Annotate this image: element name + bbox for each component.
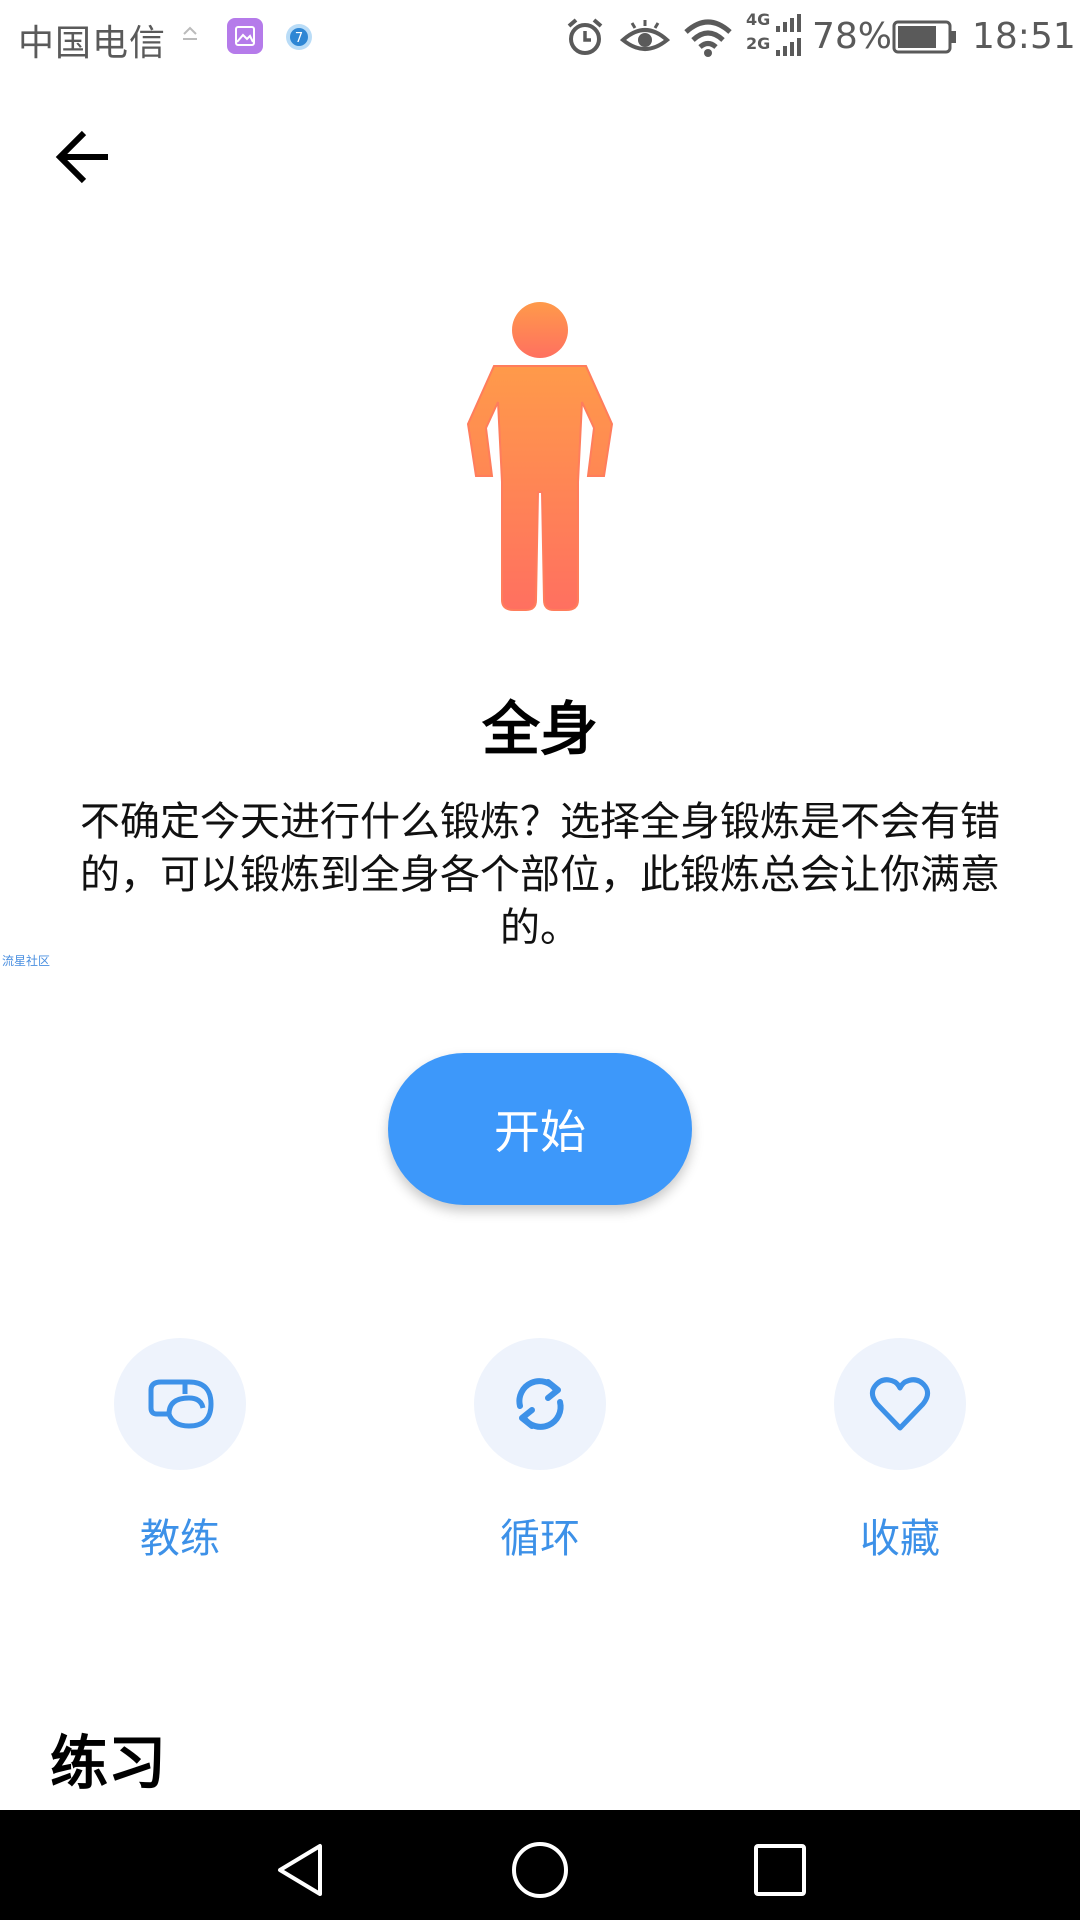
- favorite-button[interactable]: 收藏: [800, 1338, 1000, 1568]
- nav-back-button[interactable]: [270, 1840, 330, 1900]
- coach-label: 教练: [140, 1516, 220, 1562]
- network-4g-label: 4G: [746, 10, 771, 29]
- start-button-label: 开始: [494, 1105, 586, 1159]
- carrier-name: 中国电信: [18, 23, 167, 64]
- nav-home-button[interactable]: [510, 1840, 570, 1900]
- gallery-app-icon: [227, 18, 263, 54]
- wifi-icon: [684, 19, 732, 57]
- exercises-section-title: 练习: [50, 1729, 167, 1797]
- network-2g-label: 2G: [746, 34, 771, 53]
- whistle-icon: [148, 1379, 214, 1429]
- upload-icon: [183, 26, 197, 40]
- heart-icon: [869, 1377, 931, 1431]
- repeat-button[interactable]: 循环: [440, 1338, 640, 1568]
- eye-comfort-icon: [620, 20, 670, 51]
- back-button[interactable]: [50, 124, 120, 190]
- alarm-icon: [567, 18, 603, 55]
- screen: 中国电信 7 4G 2G 78% 18:51 全身 不确定今天进行什么锻炼？选择…: [0, 0, 1080, 1920]
- battery-icon: [892, 20, 956, 54]
- repeat-label: 循环: [500, 1516, 580, 1562]
- recents-square-icon: [754, 1844, 806, 1896]
- repeat-icon-circle: [474, 1338, 606, 1470]
- battery-percent: 78%: [812, 16, 893, 57]
- nav-recents-button[interactable]: [750, 1840, 810, 1900]
- coach-icon-circle: [114, 1338, 246, 1470]
- navigation-bar: [0, 1810, 1080, 1920]
- watermark-text: 流星社区: [2, 954, 51, 968]
- standing-person-icon: [466, 302, 614, 611]
- notification-badge-icon: 7: [286, 24, 312, 50]
- svg-text:7: 7: [295, 31, 303, 46]
- clock: 18:51: [972, 16, 1076, 57]
- back-triangle-icon: [278, 1844, 322, 1896]
- start-button[interactable]: 开始: [388, 1053, 692, 1205]
- favorite-label: 收藏: [860, 1516, 940, 1562]
- coach-button[interactable]: 教练: [80, 1338, 280, 1568]
- arrow-left-icon: [55, 130, 108, 184]
- status-bar: 中国电信 7 4G 2G 78% 18:51: [0, 0, 1080, 76]
- page-title: 全身: [481, 695, 598, 763]
- favorite-icon-circle: [834, 1338, 966, 1470]
- home-circle-icon: [512, 1842, 568, 1898]
- workout-description: 不确定今天进行什么锻炼？选择全身锻炼是不会有错的，可以锻炼到全身各个部位，此锻炼…: [80, 799, 1000, 951]
- repeat-icon: [516, 1378, 564, 1430]
- signal-icon: [776, 14, 801, 56]
